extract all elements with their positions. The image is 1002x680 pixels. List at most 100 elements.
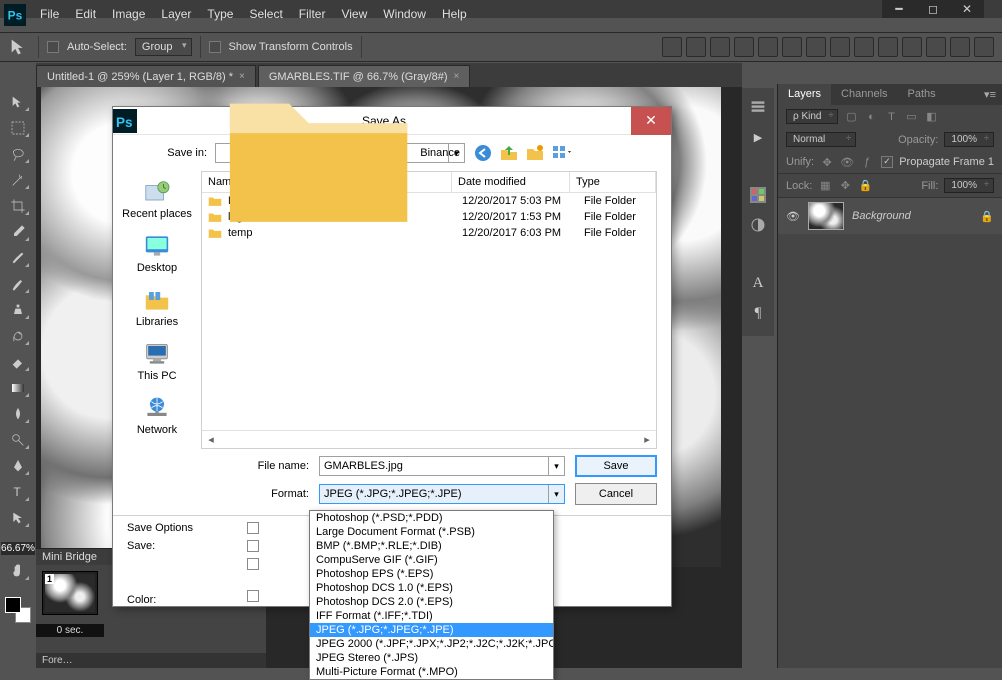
color-swatches[interactable] (5, 597, 31, 623)
history-panel-icon[interactable] (748, 98, 768, 116)
lasso-tool-icon[interactable] (6, 144, 30, 164)
hand-tool-icon[interactable] (6, 561, 30, 581)
minimize-button[interactable]: ━ (882, 0, 916, 18)
tab-paths[interactable]: Paths (898, 84, 946, 105)
format-option[interactable]: Photoshop (*.PSD;*.PDD) (310, 511, 553, 525)
align-icon[interactable] (782, 37, 802, 57)
opacity-value[interactable]: 100% (944, 132, 994, 147)
lock-all-icon[interactable]: 🔒 (858, 179, 872, 193)
file-name-input[interactable]: GMARBLES.jpg▾ (319, 456, 565, 476)
layer-thumbnail[interactable] (808, 202, 844, 230)
move-tool-icon[interactable] (6, 92, 30, 112)
3d-mode-icon[interactable] (974, 37, 994, 57)
fill-value[interactable]: 100% (944, 178, 994, 193)
filter-pixel-icon[interactable]: ▢ (844, 110, 858, 124)
character-panel-icon[interactable]: A (748, 274, 768, 292)
color-option-checkbox[interactable] (247, 590, 259, 602)
menu-select[interactable]: Select (249, 7, 282, 21)
distribute-icon[interactable] (854, 37, 874, 57)
clone-stamp-tool-icon[interactable] (6, 300, 30, 320)
col-date[interactable]: Date modified (452, 172, 570, 192)
menu-edit[interactable]: Edit (75, 7, 96, 21)
type-tool-icon[interactable]: T (6, 482, 30, 502)
healing-brush-tool-icon[interactable] (6, 248, 30, 268)
format-option[interactable]: JPEG 2000 (*.JPF;*.JPX;*.JP2;*.J2C;*.J2K… (310, 637, 553, 651)
filter-adjustment-icon[interactable]: ◐ (864, 110, 878, 124)
save-option-checkbox[interactable] (247, 540, 259, 552)
format-option[interactable]: Photoshop EPS (*.EPS) (310, 567, 553, 581)
magic-wand-tool-icon[interactable] (6, 170, 30, 190)
path-select-tool-icon[interactable] (6, 508, 30, 528)
blend-mode-select[interactable]: Normal (786, 132, 856, 147)
unify-visibility-icon[interactable]: 👁 (840, 155, 854, 169)
unify-style-icon[interactable]: ƒ (860, 155, 874, 169)
align-icon[interactable] (710, 37, 730, 57)
close-icon[interactable]: × (454, 71, 460, 82)
distribute-icon[interactable] (902, 37, 922, 57)
save-in-combo[interactable]: Binance ▾ (215, 143, 465, 163)
format-option[interactable]: CompuServe GIF (*.GIF) (310, 553, 553, 567)
dialog-close-button[interactable]: ✕ (631, 107, 671, 135)
layer-name[interactable]: Background (852, 210, 972, 222)
place-network[interactable]: Network (113, 391, 201, 439)
distribute-icon[interactable] (830, 37, 850, 57)
brush-tool-icon[interactable] (6, 274, 30, 294)
place-recent[interactable]: Recent places (113, 175, 201, 223)
color-panel-icon[interactable] (748, 186, 768, 204)
filter-smart-icon[interactable]: ◧ (924, 110, 938, 124)
close-button[interactable]: ✕ (950, 0, 984, 18)
auto-select-dropdown[interactable]: Group (135, 38, 192, 56)
layer-filter-kind[interactable]: ρ Kind (786, 109, 838, 124)
save-option-checkbox[interactable] (247, 522, 259, 534)
blur-tool-icon[interactable] (6, 404, 30, 424)
unify-position-icon[interactable]: ✥ (820, 155, 834, 169)
actions-panel-icon[interactable]: ▶ (748, 128, 768, 146)
place-this-pc[interactable]: This PC (113, 337, 201, 385)
pen-tool-icon[interactable] (6, 456, 30, 476)
menu-layer[interactable]: Layer (161, 7, 191, 21)
format-option[interactable]: Photoshop DCS 2.0 (*.EPS) (310, 595, 553, 609)
distribute-icon[interactable] (806, 37, 826, 57)
auto-align-icon[interactable] (950, 37, 970, 57)
horizontal-scrollbar[interactable]: ◂▸ (202, 430, 656, 448)
filter-type-icon[interactable]: T (884, 110, 898, 124)
new-folder-icon[interactable] (525, 143, 545, 163)
menu-view[interactable]: View (341, 7, 367, 21)
visibility-toggle-icon[interactable]: 👁 (786, 210, 800, 223)
menu-image[interactable]: Image (112, 7, 145, 21)
lock-pixels-icon[interactable]: ▦ (818, 179, 832, 193)
gradient-tool-icon[interactable] (6, 378, 30, 398)
panel-menu-icon[interactable]: ▾≡ (978, 84, 1002, 105)
save-button[interactable]: Save (575, 455, 657, 477)
format-option[interactable]: JPEG (*.JPG;*.JPEG;*.JPE) (310, 623, 553, 637)
col-type[interactable]: Type (570, 172, 656, 192)
tab-channels[interactable]: Channels (831, 84, 897, 105)
up-one-level-icon[interactable] (499, 143, 519, 163)
show-transform-checkbox[interactable] (209, 41, 221, 53)
eyedropper-tool-icon[interactable] (6, 222, 30, 242)
format-dropdown-list[interactable]: Photoshop (*.PSD;*.PDD)Large Document Fo… (309, 510, 554, 680)
format-option[interactable]: Large Document Format (*.PSB) (310, 525, 553, 539)
format-option[interactable]: Multi-Picture Format (*.MPO) (310, 665, 553, 679)
marquee-tool-icon[interactable] (6, 118, 30, 138)
maximize-button[interactable]: ◻ (916, 0, 950, 18)
save-option-checkbox[interactable] (247, 558, 259, 570)
eraser-tool-icon[interactable] (6, 352, 30, 372)
cancel-button[interactable]: Cancel (575, 483, 657, 505)
align-icon[interactable] (758, 37, 778, 57)
history-brush-tool-icon[interactable] (6, 326, 30, 346)
paragraph-panel-icon[interactable]: ¶ (748, 304, 768, 322)
format-option[interactable]: IFF Format (*.IFF;*.TDI) (310, 609, 553, 623)
format-option[interactable]: Photoshop DCS 1.0 (*.EPS) (310, 581, 553, 595)
distribute-icon[interactable] (926, 37, 946, 57)
propagate-checkbox[interactable] (881, 156, 893, 168)
lock-position-icon[interactable]: ✥ (838, 179, 852, 193)
back-icon[interactable] (473, 143, 493, 163)
auto-select-checkbox[interactable] (47, 41, 59, 53)
crop-tool-icon[interactable] (6, 196, 30, 216)
menu-file[interactable]: File (40, 7, 59, 21)
mini-bridge-thumb[interactable]: 1 (42, 571, 98, 615)
menu-window[interactable]: Window (383, 7, 426, 21)
tab-layers[interactable]: Layers (778, 84, 831, 105)
menu-help[interactable]: Help (442, 7, 467, 21)
